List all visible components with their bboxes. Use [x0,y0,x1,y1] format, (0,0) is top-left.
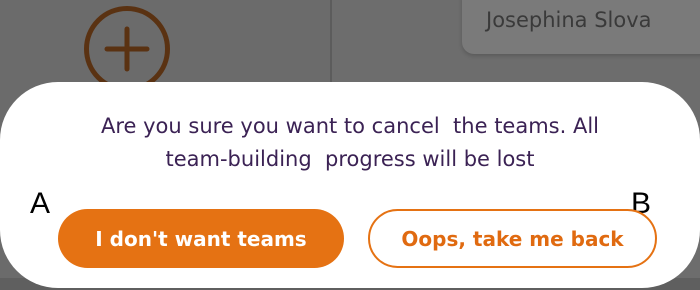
dialog-message-line-2: team-building progress will be lost [165,147,535,171]
dialog-message: Are you sure you want to cancel the team… [20,110,680,176]
take-me-back-button-label: Oops, take me back [401,226,624,251]
marker-a-label: A [30,187,51,220]
take-me-back-button[interactable]: Oops, take me back [368,209,657,268]
user-name: Josephina Slova [486,8,652,32]
dont-want-teams-button-label: I don't want teams [95,226,307,251]
dont-want-teams-button[interactable]: I don't want teams [58,209,344,268]
plus-icon [104,26,150,72]
dialog-message-line-1: Are you sure you want to cancel the team… [100,114,599,138]
plus-circle-icon[interactable] [84,6,170,92]
